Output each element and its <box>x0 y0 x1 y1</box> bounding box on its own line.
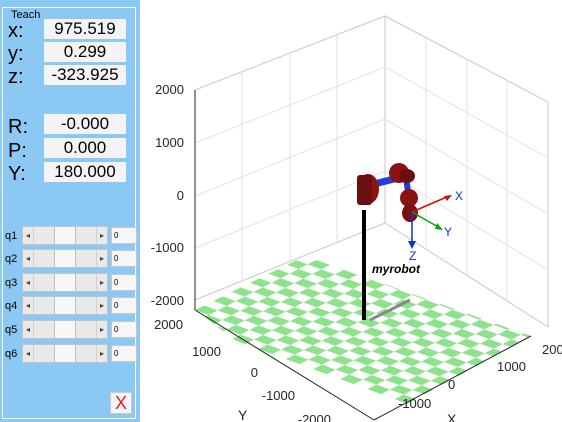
z-value: -323.925 <box>44 65 126 85</box>
q3-slider[interactable]: ◂ ▸ <box>22 273 108 292</box>
q6-slider[interactable]: ◂ ▸ <box>22 344 108 363</box>
slider-left-arrow-icon[interactable]: ◂ <box>23 274 34 291</box>
x-tick-0: 0 <box>448 377 455 392</box>
q4-label: q4 <box>5 300 18 312</box>
slider-left-arrow-icon[interactable]: ◂ <box>23 227 34 244</box>
x-tick-1000: 1000 <box>497 359 526 374</box>
q1-slider[interactable]: ◂ ▸ <box>22 226 108 245</box>
y-tick-1000: 1000 <box>192 344 221 359</box>
q1-slider-thumb[interactable] <box>54 227 76 244</box>
q2-value-field[interactable]: 0 <box>111 250 137 267</box>
y-tick-0: 0 <box>251 365 258 380</box>
frame-z-label: Z <box>409 249 416 263</box>
y-tick-minus-2000: -2000 <box>298 412 331 422</box>
slider-left-arrow-icon[interactable]: ◂ <box>23 250 34 267</box>
close-button[interactable]: X <box>110 392 132 414</box>
x-label: x: <box>8 20 24 42</box>
q3-label: q3 <box>5 277 18 289</box>
q5-value-field[interactable]: 0 <box>111 321 137 338</box>
q3-value-field[interactable]: 0 <box>111 274 137 291</box>
roll-value: -0.000 <box>44 114 126 134</box>
y-tick-minus-1000: -1000 <box>262 388 295 403</box>
slider-right-arrow-icon[interactable]: ▸ <box>96 274 107 291</box>
slider-left-arrow-icon[interactable]: ◂ <box>23 345 34 362</box>
slider-right-arrow-icon[interactable]: ▸ <box>96 227 107 244</box>
z-tick-0: 0 <box>177 188 184 203</box>
pitch-label: P: <box>8 140 27 162</box>
slider-right-arrow-icon[interactable]: ▸ <box>96 250 107 267</box>
q6-value-field[interactable]: 0 <box>111 345 137 362</box>
roll-label: R: <box>8 116 28 138</box>
slider-right-arrow-icon[interactable]: ▸ <box>96 345 107 362</box>
q6-label: q6 <box>5 348 18 360</box>
q5-label: q5 <box>5 324 18 336</box>
slider-right-arrow-icon[interactable]: ▸ <box>96 297 107 314</box>
slider-left-arrow-icon[interactable]: ◂ <box>23 297 34 314</box>
yaw-value: 180.000 <box>44 162 126 182</box>
y-label: y: <box>8 43 24 65</box>
y-axis-label: Y <box>238 407 248 422</box>
slider-right-arrow-icon[interactable]: ▸ <box>96 321 107 338</box>
frame-y-label: Y <box>444 225 452 239</box>
q5-slider[interactable]: ◂ ▸ <box>22 320 108 339</box>
z-tick-1000: 1000 <box>155 135 184 150</box>
z-label: z: <box>8 66 24 88</box>
yaw-label: Y: <box>8 163 26 185</box>
q5-slider-thumb[interactable] <box>54 321 76 338</box>
x-axis-label: X <box>447 411 457 422</box>
x-value: 975.519 <box>44 19 126 39</box>
q3-slider-thumb[interactable] <box>54 274 76 291</box>
y-value: 0.299 <box>44 42 126 62</box>
q2-slider[interactable]: ◂ ▸ <box>22 249 108 268</box>
z-tick-minus-2000: -2000 <box>151 293 184 308</box>
q2-label: q2 <box>5 253 18 265</box>
x-tick-minus-1000: -1000 <box>398 396 431 411</box>
q4-value-field[interactable]: 0 <box>111 297 137 314</box>
q1-value-field[interactable]: 0 <box>111 227 137 244</box>
frame-x-label: X <box>455 189 463 203</box>
q4-slider[interactable]: ◂ ▸ <box>22 296 108 315</box>
q6-slider-thumb[interactable] <box>54 345 76 362</box>
robot-name-label: myrobot <box>372 262 421 276</box>
q4-slider-thumb[interactable] <box>54 297 76 314</box>
q1-label: q1 <box>5 230 18 242</box>
teach-panel: Teach x: 975.519 y: 0.299 z: -323.925 R:… <box>0 0 140 422</box>
x-tick-2000: 2000 <box>542 342 562 357</box>
z-tick-2000: 2000 <box>155 82 184 97</box>
y-tick-2000: 2000 <box>154 317 183 332</box>
slider-left-arrow-icon[interactable]: ◂ <box>23 321 34 338</box>
q2-slider-thumb[interactable] <box>54 250 76 267</box>
robot-3d-axes[interactable]: X Y Z myrobot 2000 1000 0 -1000 -2000 20… <box>140 0 562 422</box>
z-tick-minus-1000: -1000 <box>151 240 184 255</box>
pitch-value: 0.000 <box>44 138 126 158</box>
